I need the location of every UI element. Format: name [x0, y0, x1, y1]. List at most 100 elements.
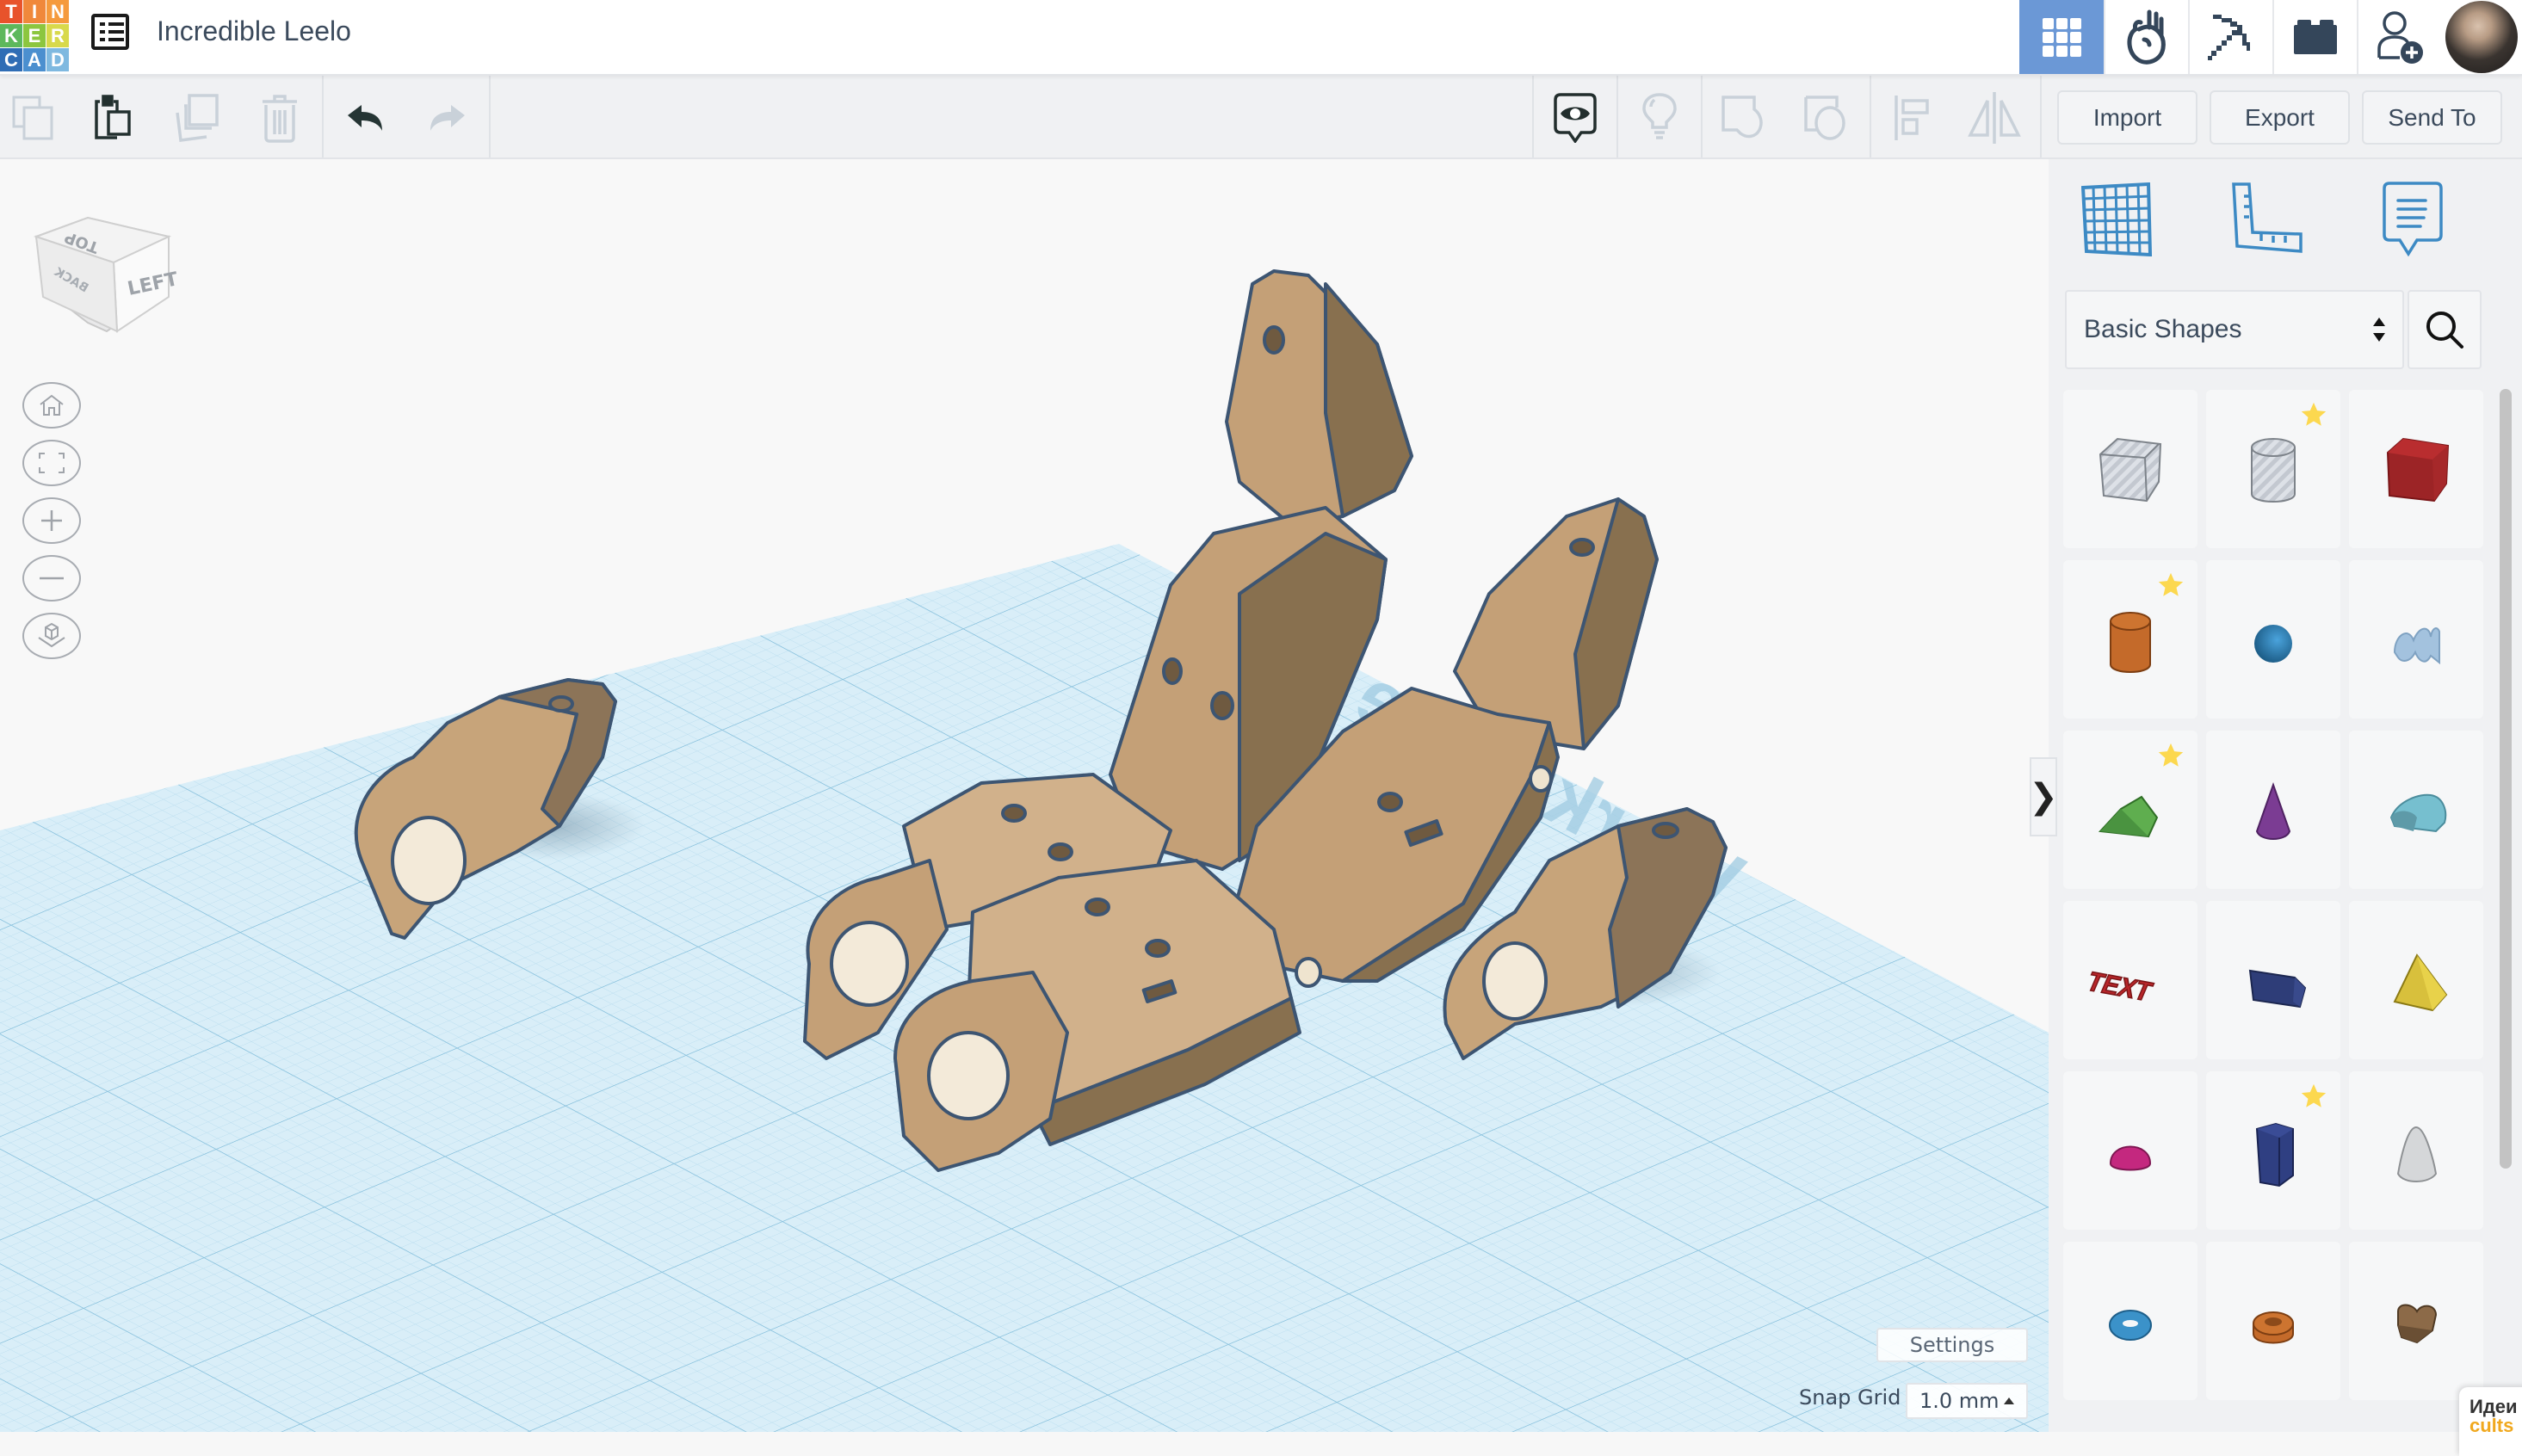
- 3d-viewport[interactable]: Workplane: [0, 159, 2049, 1432]
- star-icon[interactable]: [2299, 1082, 2328, 1111]
- search-icon: [2426, 312, 2463, 349]
- box-hole-icon: [2099, 437, 2162, 503]
- paste-button[interactable]: [83, 88, 143, 148]
- tinkercad-logo[interactable]: TIN KER CAD: [0, 0, 69, 72]
- notes-tool-button[interactable]: [2365, 176, 2460, 262]
- shape-tile-cone[interactable]: [2206, 731, 2340, 889]
- copy-button[interactable]: [3, 88, 64, 148]
- shape-search-button[interactable]: [2408, 290, 2482, 369]
- logo-letter: K: [0, 24, 22, 47]
- top-nav: [2019, 0, 2522, 74]
- view-cube[interactable]: TOP LEFT BACK: [31, 194, 177, 349]
- notes-button[interactable]: [1629, 88, 1690, 148]
- caret-up-icon: [2004, 1397, 2014, 1404]
- ruler-tool-button[interactable]: [2221, 176, 2315, 262]
- svg-text:TEXT: TEXT: [2083, 967, 2157, 1007]
- shape-tile-heart[interactable]: [2349, 1242, 2483, 1400]
- user-avatar[interactable]: [2441, 0, 2522, 74]
- lightbulb-icon: [1642, 93, 1677, 139]
- add-user-icon: [2377, 11, 2423, 64]
- shape-tile-cylinder-hole[interactable]: [2206, 390, 2340, 548]
- collapse-panel-toggle[interactable]: ❯: [2029, 757, 2058, 836]
- shape-tile-scribble[interactable]: [2349, 560, 2483, 719]
- nav-bricks[interactable]: [2272, 0, 2357, 74]
- logo-letter: C: [0, 48, 22, 71]
- home-view-button[interactable]: [22, 382, 81, 429]
- logo-letter: E: [23, 24, 46, 47]
- design-list-icon[interactable]: [91, 14, 129, 50]
- send-to-button[interactable]: Send To: [2362, 90, 2502, 145]
- design-title[interactable]: Incredible Leelo: [157, 15, 351, 47]
- wedge-icon: [2248, 969, 2307, 1009]
- shape-tile-paraboloid[interactable]: [2349, 1071, 2483, 1230]
- trash-icon: [263, 95, 297, 143]
- align-button[interactable]: [1882, 88, 1942, 148]
- duplicate-icon: [176, 94, 219, 142]
- zoom-out-button[interactable]: [22, 555, 81, 602]
- star-icon[interactable]: [2156, 741, 2185, 770]
- delete-button[interactable]: [250, 88, 310, 148]
- settings-button[interactable]: Settings: [1876, 1328, 2028, 1362]
- shape-tile-half-sphere[interactable]: [2063, 1071, 2197, 1230]
- apple-hand-icon: [2127, 9, 2166, 65]
- snap-grid-label: Snap Grid: [1799, 1385, 1901, 1410]
- shape-tile-tube[interactable]: [2206, 1242, 2340, 1400]
- snap-grid-select[interactable]: 1.0 mm: [1906, 1383, 2028, 1419]
- zoom-in-button[interactable]: [22, 497, 81, 544]
- updown-icon: [2373, 318, 2385, 342]
- paste-icon: [95, 95, 131, 139]
- sphere-icon: [2254, 625, 2292, 663]
- shape-tile-box-hole[interactable]: [2063, 390, 2197, 548]
- fit-all-button[interactable]: [22, 440, 81, 486]
- shapes-grid: TEXT: [2063, 390, 2483, 1400]
- mirror-icon: [1968, 92, 2021, 144]
- shape-tile-cylinder[interactable]: [2063, 560, 2197, 719]
- nav-3d-design[interactable]: [2019, 0, 2104, 74]
- group-button[interactable]: [1713, 88, 1773, 148]
- nav-invite[interactable]: [2357, 0, 2441, 74]
- shape-tile-polygon[interactable]: [2206, 1071, 2340, 1230]
- star-icon[interactable]: [2299, 400, 2328, 429]
- workplane-grid-icon: [2081, 182, 2153, 256]
- shape-tile-sphere[interactable]: [2206, 560, 2340, 719]
- nav-lessons[interactable]: [2104, 0, 2188, 74]
- cylinder-hole-icon: [2251, 438, 2296, 503]
- ruler-icon: [2232, 182, 2303, 253]
- star-icon[interactable]: [2156, 571, 2185, 600]
- shape-category-select[interactable]: Basic Shapes: [2065, 290, 2404, 369]
- shape-tile-pyramid[interactable]: [2349, 901, 2483, 1059]
- redo-button[interactable]: [417, 88, 477, 148]
- logo-letter: N: [46, 0, 69, 23]
- workplane-tool-button[interactable]: [2070, 176, 2165, 262]
- perspective-toggle-button[interactable]: [22, 613, 81, 659]
- shape-tile-box[interactable]: [2349, 390, 2483, 548]
- duplicate-button[interactable]: [167, 88, 227, 148]
- shape-tile-torus[interactable]: [2063, 1242, 2197, 1400]
- export-button[interactable]: Export: [2210, 90, 2350, 145]
- ungroup-button[interactable]: [1796, 88, 1856, 148]
- nav-minecraft[interactable]: [2188, 0, 2272, 74]
- shape-tile-round-roof[interactable]: [2349, 731, 2483, 889]
- toast-title: Идеи: [2469, 1396, 2518, 1417]
- shape-tile-text[interactable]: TEXT: [2063, 901, 2197, 1059]
- show-all-button[interactable]: [1545, 88, 1605, 148]
- perspective-cube-icon: [38, 622, 65, 648]
- toast-link[interactable]: cults: [2469, 1415, 2513, 1436]
- align-icon: [1895, 96, 1929, 140]
- logo-letter: T: [0, 0, 22, 23]
- pyramid-icon: [2393, 953, 2448, 1012]
- mirror-button[interactable]: [1964, 88, 2024, 148]
- shape-tile-roof[interactable]: [2063, 731, 2197, 889]
- notification-toast[interactable]: Идеи cults: [2459, 1387, 2522, 1456]
- edit-toolbar: Import Export Send To: [0, 76, 2522, 159]
- shape-tile-wedge[interactable]: [2206, 901, 2340, 1059]
- copy-icon: [12, 96, 53, 140]
- workplane-scene[interactable]: Workplane: [0, 159, 2049, 1432]
- cone-icon: [2255, 781, 2291, 840]
- round-roof-icon: [2389, 793, 2447, 833]
- panel-scrollbar[interactable]: [2500, 389, 2512, 1169]
- undo-button[interactable]: [336, 88, 396, 148]
- roof-icon: [2098, 795, 2159, 838]
- import-button[interactable]: Import: [2057, 90, 2197, 145]
- logo-letter: I: [23, 0, 46, 23]
